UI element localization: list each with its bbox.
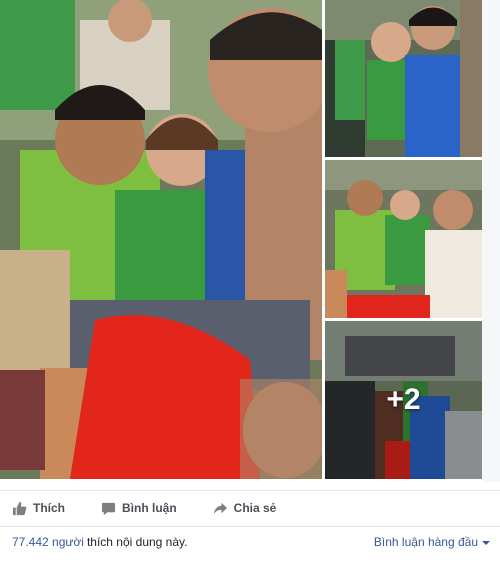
caret-down-icon (482, 540, 490, 545)
comment-label: Bình luận (122, 501, 177, 515)
main-photo[interactable] (0, 0, 322, 479)
share-arrow-icon (213, 501, 228, 516)
comment-button[interactable]: Bình luận (101, 501, 177, 516)
likes-text: thích nội dung này. (86, 535, 188, 549)
post-action-bar: Thích Bình luận Chia sẻ (0, 490, 500, 525)
thumbs-up-icon (12, 501, 27, 516)
main-photo-image (0, 0, 322, 479)
likes-count-link[interactable]: 77.442 người (12, 535, 84, 549)
thumbnail-photo-1-image (325, 0, 482, 157)
thumbnail-photo-2-image (325, 160, 482, 318)
photo-grid: +2 (0, 0, 500, 482)
likes-summary: 77.442 người thích nội dung này. Bình lu… (0, 526, 500, 557)
more-photos-count[interactable]: +2 (325, 321, 482, 479)
share-label: Chia sẻ (233, 501, 277, 515)
scroll-gutter (482, 0, 500, 482)
like-button[interactable]: Thích (12, 501, 65, 516)
thumbnail-photo-3[interactable]: +2 (325, 321, 482, 479)
comments-sort-label: Bình luận hàng đầu (373, 535, 478, 549)
like-label: Thích (33, 501, 65, 515)
thumbnail-photo-1[interactable] (325, 0, 482, 157)
thumbnail-photo-2[interactable] (325, 160, 482, 318)
comments-sort-dropdown[interactable]: Bình luận hàng đầu (374, 535, 490, 549)
share-button[interactable]: Chia sẻ (213, 501, 277, 516)
speech-bubble-icon (101, 501, 116, 516)
